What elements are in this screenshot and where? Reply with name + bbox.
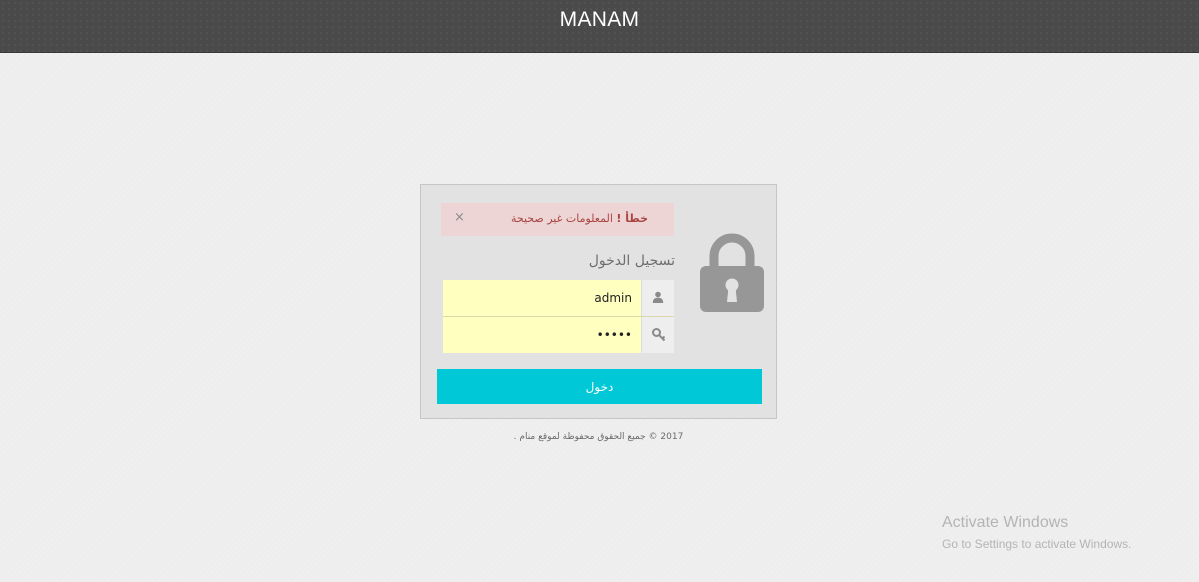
- windows-activation-watermark: Activate Windows Go to Settings to activ…: [942, 513, 1131, 553]
- username-addon: [641, 280, 674, 316]
- password-input[interactable]: [443, 317, 641, 353]
- password-addon: [641, 317, 674, 353]
- brand-title[interactable]: MANAM: [0, 8, 1199, 32]
- password-group: [443, 316, 674, 353]
- alert-strong-text: خطأ !: [616, 212, 648, 225]
- error-alert: خطأ ! المعلومات غير صحيحة ×: [441, 203, 674, 236]
- login-heading: تسجيل الدخول: [588, 253, 675, 269]
- lock-icon: [700, 233, 764, 312]
- login-button[interactable]: دخول: [437, 369, 762, 404]
- login-panel: خطأ ! المعلومات غير صحيحة × تسجيل الدخول…: [420, 184, 777, 419]
- alert-close-button[interactable]: ×: [454, 210, 465, 226]
- top-navbar: MANAM: [0, 0, 1199, 53]
- username-input[interactable]: [443, 280, 641, 316]
- copyright-text: 2017 © جميع الحقوق محفوظة لموقع منام .: [513, 432, 684, 442]
- watermark-title: Activate Windows: [942, 514, 1069, 531]
- user-icon: [652, 291, 664, 303]
- key-icon: [652, 328, 666, 342]
- alert-message: المعلومات غير صحيحة: [510, 212, 613, 225]
- username-group: [443, 280, 674, 316]
- watermark-subtitle: Go to Settings to activate Windows.: [942, 537, 1132, 551]
